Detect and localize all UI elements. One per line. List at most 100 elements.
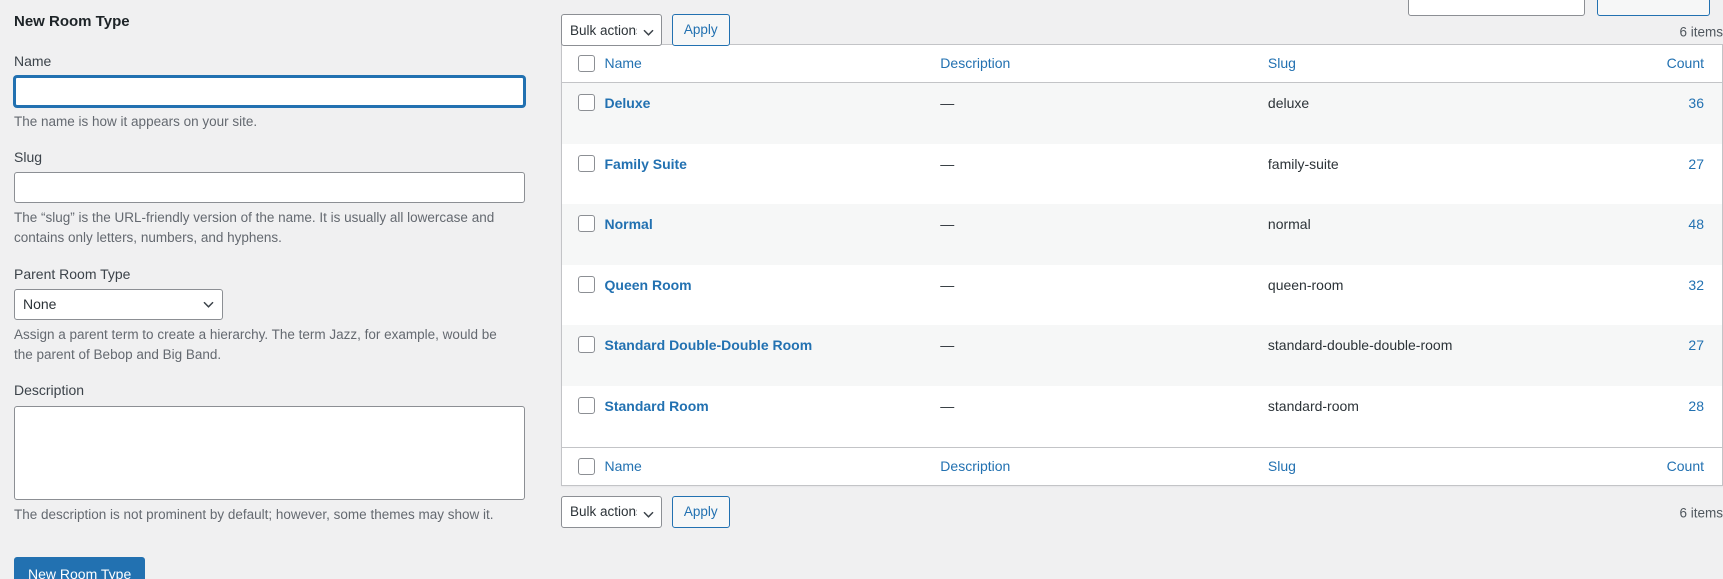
term-slug: standard-double-double-room — [1267, 337, 1453, 354]
row-select-cell — [561, 82, 605, 144]
select-all-checkbox-bottom[interactable] — [578, 457, 595, 475]
description-label: Description — [14, 382, 85, 399]
terms-table-head: Name Description Slug Count — [561, 44, 1723, 83]
row-slug-cell: family-suite — [1267, 143, 1543, 205]
form-title: New Room Type — [14, 13, 130, 30]
slug-label: Slug — [14, 148, 43, 165]
table-footer-row: Name Description Slug Count — [561, 446, 1723, 486]
name-hint: The name is how it appears on your site. — [14, 113, 258, 129]
parent-label: Parent Room Type — [14, 265, 131, 282]
term-name-link[interactable]: Queen Room — [605, 277, 692, 293]
row-slug-cell: deluxe — [1267, 82, 1543, 144]
sort-by-description-link-top[interactable]: Description — [940, 55, 1010, 71]
items-count-bottom: 6 items — [1679, 505, 1723, 521]
submit-new-term-button[interactable]: New Room Type — [14, 556, 146, 579]
term-name-link[interactable]: Family Suite — [605, 156, 687, 172]
row-description-cell: — — [940, 143, 1268, 205]
term-count-link[interactable]: 36 — [1688, 95, 1704, 111]
select-all-checkbox-top[interactable] — [578, 55, 595, 72]
terms-table: Name Description Slug Count Deluxe — delux… — [561, 44, 1723, 486]
table-row: Normal — normal 48 — [561, 204, 1723, 265]
tablenav-bottom: Bulk actions Apply 6 items — [561, 486, 1723, 530]
bulk-actions-bottom-select[interactable]: Bulk actions — [561, 495, 662, 528]
column-header-description-top: Description — [940, 44, 1268, 83]
row-description-cell: — — [940, 204, 1268, 265]
slug-hint: The “slug” is the URL-friendly version o… — [14, 210, 495, 246]
parent-hint: Assign a parent term to create a hierarc… — [14, 326, 497, 363]
row-description-cell: — — [940, 264, 1268, 326]
row-select-cell — [561, 264, 605, 326]
sort-by-count-link-bottom[interactable]: Count — [1667, 458, 1704, 474]
term-count-link[interactable]: 32 — [1688, 277, 1704, 293]
row-name-cell: Normal — [604, 204, 941, 265]
term-name-link[interactable]: Normal — [605, 216, 653, 232]
row-checkbox[interactable] — [578, 154, 595, 172]
row-checkbox[interactable] — [578, 396, 595, 414]
row-checkbox[interactable] — [578, 275, 595, 293]
row-checkbox[interactable] — [578, 94, 595, 111]
term-name-link[interactable]: Standard Double-Double Room — [605, 337, 813, 353]
sort-by-description-link-bottom[interactable]: Description — [940, 458, 1010, 474]
sort-by-slug-link-bottom[interactable]: Slug — [1268, 458, 1296, 474]
select-all-header-bottom — [561, 446, 605, 486]
term-name-link[interactable]: Deluxe — [605, 95, 651, 111]
apply-bottom-button[interactable]: Apply — [671, 495, 730, 528]
row-checkbox[interactable] — [578, 215, 595, 233]
term-description: — — [940, 397, 955, 414]
table-row: Standard Room — standard-room 28 — [561, 385, 1723, 448]
term-description: — — [940, 155, 955, 172]
row-description-cell: — — [940, 385, 1268, 448]
term-slug: queen-room — [1267, 276, 1344, 293]
terms-list-panel: Bulk actions Apply 6 items Name Descript… — [561, 0, 1723, 579]
row-slug-cell: standard-room — [1267, 385, 1543, 448]
sort-by-name-link-bottom[interactable]: Name — [605, 458, 642, 474]
term-name-link[interactable]: Standard Room — [605, 398, 709, 414]
term-count-link[interactable]: 28 — [1688, 398, 1704, 414]
row-name-cell: Family Suite — [604, 143, 941, 205]
name-label: Name — [14, 52, 52, 69]
bulk-actions-top-wrap: Bulk actions — [561, 14, 662, 46]
row-slug-cell: standard-double-double-room — [1267, 325, 1543, 386]
row-select-cell — [561, 204, 605, 265]
term-count-link[interactable]: 27 — [1688, 156, 1704, 172]
table-header-row: Name Description Slug Count — [561, 44, 1723, 83]
term-slug: deluxe — [1267, 95, 1310, 111]
field-name: Name The name is how it appears on your … — [14, 52, 539, 132]
row-count-cell: 27 — [1542, 325, 1723, 386]
term-description: — — [940, 276, 955, 293]
row-count-cell: 27 — [1542, 143, 1723, 205]
column-header-description-bottom: Description — [940, 446, 1268, 486]
apply-top-button[interactable]: Apply — [671, 14, 730, 46]
table-row: Deluxe — deluxe 36 — [561, 82, 1723, 144]
row-name-cell: Standard Double-Double Room — [604, 325, 941, 386]
sort-by-slug-link-top[interactable]: Slug — [1268, 55, 1296, 71]
table-row: Standard Double-Double Room — standard-dou… — [561, 325, 1723, 386]
sort-by-name-link-top[interactable]: Name — [605, 55, 642, 71]
description-textarea[interactable] — [14, 405, 525, 500]
term-description: — — [940, 95, 955, 111]
row-checkbox[interactable] — [578, 336, 595, 354]
sort-by-count-link-top[interactable]: Count — [1667, 55, 1704, 71]
name-input[interactable] — [14, 75, 525, 107]
select-all-header-top — [561, 44, 605, 83]
row-name-cell: Deluxe — [604, 82, 941, 144]
bulk-actions-bottom-wrap: Bulk actions — [561, 495, 662, 528]
row-description-cell: — — [940, 82, 1268, 144]
term-slug: standard-room — [1267, 397, 1359, 414]
column-header-count-bottom: Count — [1542, 446, 1723, 486]
slug-input[interactable] — [14, 172, 525, 204]
description-hint: The description is not prominent by defa… — [14, 506, 494, 522]
bulk-actions-top-select[interactable]: Bulk actions — [561, 14, 662, 46]
items-count-top: 6 items — [1679, 24, 1723, 40]
row-select-cell — [561, 385, 605, 448]
term-count-link[interactable]: 48 — [1688, 216, 1704, 232]
term-description: — — [940, 337, 955, 354]
term-slug: family-suite — [1267, 155, 1339, 172]
term-count-link[interactable]: 27 — [1688, 337, 1704, 353]
row-select-cell — [561, 325, 605, 386]
column-header-slug-bottom: Slug — [1267, 446, 1543, 486]
column-header-name-bottom: Name — [604, 446, 941, 486]
parent-select-wrap: None — [14, 288, 223, 320]
row-count-cell: 28 — [1542, 385, 1723, 448]
parent-select[interactable]: None — [14, 288, 223, 320]
